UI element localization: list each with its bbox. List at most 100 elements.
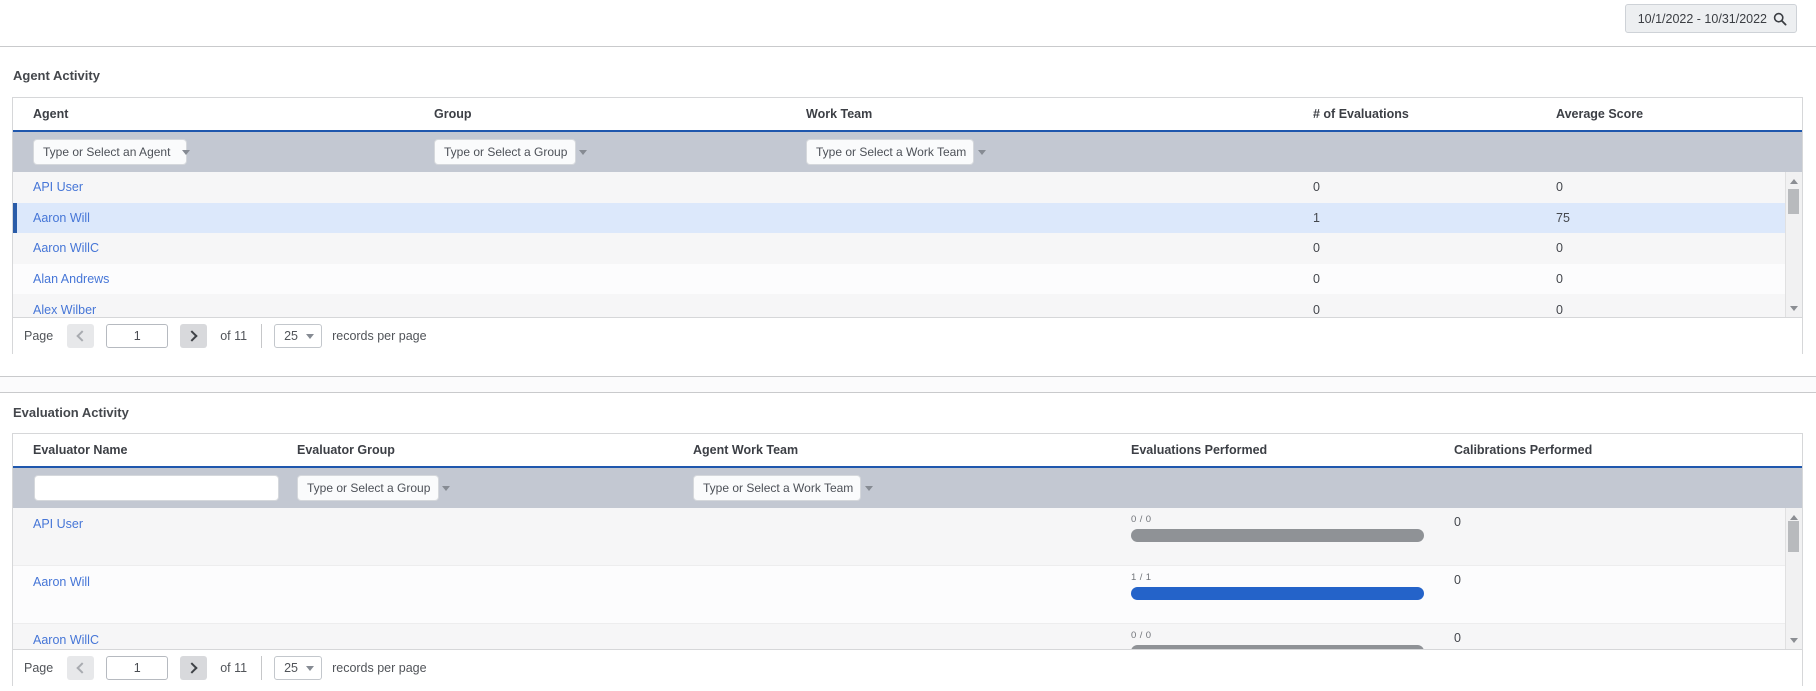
total-pages-label: of 11: [220, 661, 248, 675]
previous-page-button[interactable]: [67, 324, 95, 348]
total-pages-label: of 11: [220, 329, 248, 343]
chevron-down-icon: [865, 485, 874, 491]
column-header-evaluations-performed: Evaluations Performed: [1131, 443, 1268, 457]
table-row[interactable]: Alan Andrews 0 0: [13, 263, 1802, 295]
evaluator-link[interactable]: Aaron Will: [33, 575, 90, 589]
evaluations-progress: 0 / 0: [1131, 630, 1424, 649]
vertical-scrollbar[interactable]: [1785, 172, 1802, 317]
progress-bar: [1131, 529, 1424, 542]
evaluations-value: 0: [1313, 241, 1320, 256]
evaluations-progress: 1 / 1: [1131, 572, 1424, 600]
work-team-filter-dropdown[interactable]: Type or Select a Work Team: [806, 139, 987, 165]
evaluation-activity-pagination: Page of 11 25 records per page: [13, 649, 1802, 686]
records-per-page-label: records per page: [332, 329, 427, 343]
table-row[interactable]: API User 0 0: [13, 172, 1802, 203]
chevron-down-icon: [306, 333, 315, 339]
calibrations-value: 0: [1454, 515, 1461, 529]
evaluator-name-filter-input[interactable]: [34, 475, 279, 501]
search-icon: [1773, 12, 1787, 26]
evaluator-link[interactable]: Aaron WillC: [33, 633, 99, 647]
evaluation-activity-filter-row: Type or Select a Group Type or Select a …: [13, 468, 1802, 508]
evaluations-value: 0: [1313, 302, 1320, 317]
agent-link[interactable]: API User: [33, 180, 83, 194]
calibrations-value: 0: [1454, 573, 1461, 587]
vertical-scrollbar[interactable]: [1785, 508, 1802, 649]
column-header-work-team: Work Team: [806, 107, 873, 121]
date-range-filter-button[interactable]: 10/1/2022 - 10/31/2022: [1624, 4, 1797, 33]
group-filter-placeholder: Type or Select a Group: [444, 145, 568, 159]
agent-link[interactable]: Aaron Will: [33, 211, 90, 225]
agent-link[interactable]: Aaron WillC: [33, 241, 99, 255]
next-page-button[interactable]: [180, 656, 208, 680]
next-page-button[interactable]: [180, 324, 208, 348]
column-header-num-evaluations: # of Evaluations: [1313, 107, 1409, 121]
scrollbar-thumb[interactable]: [1788, 521, 1799, 552]
chevron-down-icon: [442, 485, 451, 491]
top-bar: 10/1/2022 - 10/31/2022: [0, 0, 1816, 47]
evaluation-activity-rows: API User 0 / 0 0 Aaron Will 1 / 1 0 Aaro…: [13, 508, 1802, 649]
agent-link[interactable]: Alan Andrews: [33, 272, 109, 286]
scroll-down-button[interactable]: [1786, 301, 1802, 315]
page-size-value: 25: [284, 661, 298, 675]
evaluator-link[interactable]: API User: [33, 517, 83, 531]
chevron-down-icon: [978, 149, 987, 155]
calibrations-value: 0: [1454, 631, 1461, 645]
page-number-input[interactable]: [106, 324, 169, 348]
average-score-value: 75: [1556, 210, 1570, 225]
table-row[interactable]: Aaron WillC 0 / 0 0: [13, 624, 1802, 649]
progress-label: 0 / 0: [1131, 514, 1152, 525]
evaluation-activity-table: Evaluator Name Evaluator Group Agent Wor…: [12, 433, 1803, 686]
table-row-selected[interactable]: Aaron Will 1 75: [13, 202, 1802, 234]
agent-filter-placeholder: Type or Select an Agent: [43, 145, 171, 159]
page-label: Page: [24, 661, 54, 675]
panel-divider: [0, 376, 1816, 393]
average-score-value: 0: [1556, 180, 1563, 195]
evaluation-activity-title: Evaluation Activity: [13, 405, 129, 420]
agent-work-team-filter-placeholder: Type or Select a Work Team: [703, 481, 854, 495]
agent-activity-rows: API User 0 0 Aaron Will 1 75 Aaron WillC…: [13, 172, 1802, 317]
scroll-down-button[interactable]: [1786, 633, 1802, 647]
chevron-down-icon: [182, 149, 191, 155]
column-header-group: Group: [434, 107, 472, 121]
evaluator-group-filter-placeholder: Type or Select a Group: [307, 481, 431, 495]
column-header-average-score: Average Score: [1556, 107, 1644, 121]
agent-work-team-filter-dropdown[interactable]: Type or Select a Work Team: [693, 475, 874, 501]
records-per-page-label: records per page: [332, 661, 427, 675]
separator: [261, 324, 263, 348]
column-header-agent-work-team: Agent Work Team: [693, 443, 799, 457]
table-row[interactable]: Alex Wilber 0 0: [13, 294, 1802, 317]
column-header-calibrations-performed: Calibrations Performed: [1454, 443, 1593, 457]
group-filter-dropdown[interactable]: Type or Select a Group: [434, 139, 588, 165]
page-size-dropdown[interactable]: 25: [274, 656, 323, 680]
evaluator-group-filter-dropdown[interactable]: Type or Select a Group: [297, 475, 451, 501]
evaluations-progress: 0 / 0: [1131, 514, 1424, 542]
evaluations-value: 0: [1313, 272, 1320, 287]
table-row[interactable]: Aaron Will 1 / 1 0: [13, 566, 1802, 624]
chevron-down-icon: [306, 665, 315, 671]
scrollbar-thumb[interactable]: [1788, 189, 1799, 214]
triangle-down-icon: [1790, 637, 1798, 643]
date-range-text: 10/1/2022 - 10/31/2022: [1637, 11, 1767, 26]
chevron-left-icon: [76, 330, 88, 342]
chevron-down-icon: [579, 149, 588, 155]
agent-activity-pagination: Page of 11 25 records per page: [13, 317, 1802, 354]
page-number-input[interactable]: [106, 656, 169, 680]
scroll-up-button[interactable]: [1786, 174, 1802, 188]
triangle-up-icon: [1790, 514, 1798, 520]
table-row[interactable]: Aaron WillC 0 0: [13, 233, 1802, 264]
average-score-value: 0: [1556, 302, 1563, 317]
average-score-value: 0: [1556, 241, 1563, 256]
previous-page-button[interactable]: [67, 656, 95, 680]
agent-link[interactable]: Alex Wilber: [33, 303, 96, 317]
page-size-value: 25: [284, 329, 298, 343]
progress-label: 0 / 0: [1131, 630, 1152, 641]
agent-filter-dropdown[interactable]: Type or Select an Agent: [33, 139, 191, 165]
agent-activity-header-row: Agent Group Work Team # of Evaluations A…: [13, 98, 1802, 132]
separator: [261, 656, 263, 680]
table-row[interactable]: API User 0 / 0 0: [13, 508, 1802, 566]
chevron-right-icon: [186, 330, 198, 342]
agent-activity-title: Agent Activity: [13, 68, 100, 83]
evaluations-value: 0: [1313, 180, 1320, 195]
page-size-dropdown[interactable]: 25: [274, 324, 323, 348]
triangle-up-icon: [1790, 178, 1798, 184]
